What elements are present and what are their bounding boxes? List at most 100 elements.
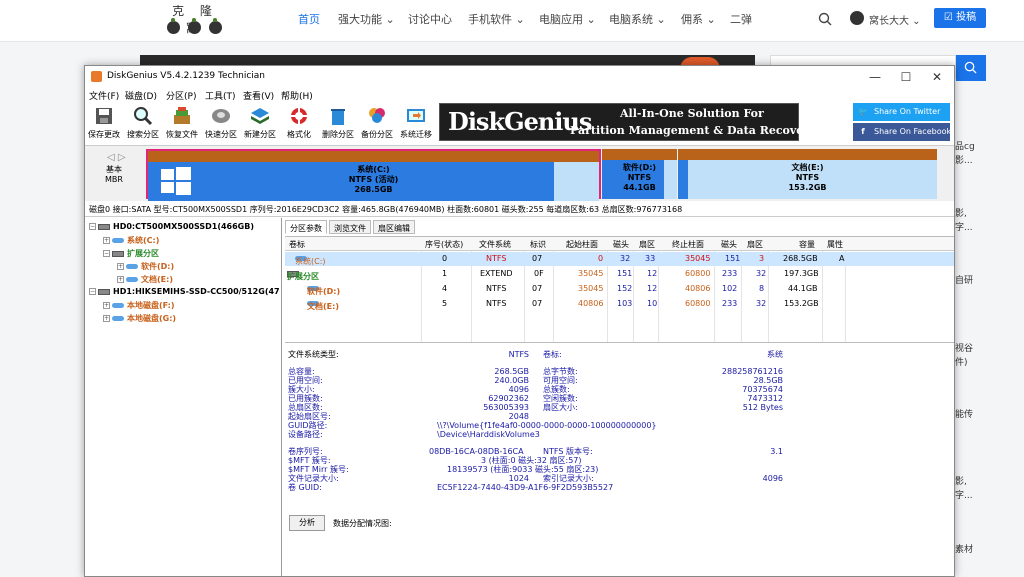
detail-label: NTFS 版本号: bbox=[543, 447, 593, 456]
menu-help[interactable]: 帮助(H) bbox=[281, 89, 313, 102]
backup-icon bbox=[369, 108, 385, 123]
menu-file[interactable]: 文件(F) bbox=[89, 89, 119, 102]
backup-partition-button[interactable]: 备份分区 bbox=[358, 104, 396, 142]
promo-banner[interactable]: DiskGenius All-In-One Solution For Parti… bbox=[439, 103, 815, 141]
detail-value: 563005393 bbox=[483, 403, 529, 412]
header-cell: 容量 bbox=[799, 240, 815, 249]
user-menu[interactable]: 窝长大大 ⌄ bbox=[869, 12, 921, 27]
detail-value: EC5F1224-7440-43D9-A1F6-9F2D593B5527 bbox=[437, 483, 614, 492]
detail-label: 已用簇数: bbox=[288, 394, 323, 403]
window-title: DiskGenius V5.4.2.1239 Technician bbox=[107, 71, 266, 81]
title-bar[interactable]: DiskGenius V5.4.2.1239 Technician — ☐ ✕ bbox=[85, 66, 954, 88]
new-partition-button[interactable]: 新建分区 bbox=[241, 104, 279, 142]
tree-item-local-g[interactable]: + 本地磁盘(G:) bbox=[103, 313, 176, 326]
nav-item[interactable]: 讨论中心 bbox=[408, 11, 452, 27]
tree-item-disk0[interactable]: − HD0:CT500MX500SSD1(466GB) bbox=[89, 222, 254, 235]
menu-view[interactable]: 查看(V) bbox=[243, 89, 274, 102]
table-row[interactable]: 文档(E:) 5 NTFS 07 40806 103 10 60800 233 … bbox=[285, 297, 954, 311]
detail-label: 卷 GUID: bbox=[288, 483, 322, 492]
background-search-button[interactable] bbox=[956, 55, 986, 81]
disk-icon bbox=[112, 250, 124, 257]
tree-item-local-f[interactable]: + 本地磁盘(F:) bbox=[103, 300, 175, 313]
sidebar-snippet: 素材 bbox=[955, 545, 974, 555]
site-logo[interactable]: 克 隆 窝 bbox=[162, 2, 228, 38]
system-migrate-button[interactable]: 系统迁移 bbox=[397, 104, 435, 142]
detail-value: 08DB-16CA-08DB-16CA bbox=[429, 447, 524, 456]
detail-label: 已用空间: bbox=[288, 376, 323, 385]
quick-partition-button[interactable]: 快速分区 bbox=[202, 104, 240, 142]
tree-item-doc-e[interactable]: + 文档(E:) bbox=[117, 274, 173, 287]
sidebar-snippet: 字... bbox=[955, 223, 973, 233]
logo-dot bbox=[167, 18, 180, 34]
disk-nav-arrows[interactable]: ◁ ▷ bbox=[107, 152, 126, 163]
maximize-button[interactable]: ☐ bbox=[891, 69, 921, 85]
sidebar-snippet: 影... bbox=[955, 156, 973, 166]
table-row[interactable]: −扩展分区 1 EXTEND 0F 35045 151 12 60800 233… bbox=[285, 267, 954, 281]
recover-files-button[interactable]: 恢复文件 bbox=[163, 104, 201, 142]
header-cell: 终止柱面 bbox=[672, 240, 704, 249]
format-button[interactable]: 格式化 bbox=[280, 104, 318, 142]
tree-item-soft-d[interactable]: + 软件(D:) bbox=[117, 261, 174, 274]
partition-block-d[interactable]: 软件(D:) NTFS 44.1GB bbox=[602, 149, 677, 199]
share-facebook-label: Share On Facebook bbox=[874, 127, 952, 136]
disk-tree: − HD0:CT500MX500SSD1(466GB) + 系统(C:) − 扩展分区… bbox=[85, 218, 282, 576]
tree-item-extended[interactable]: − 扩展分区 bbox=[103, 248, 159, 261]
tab-partition-params[interactable]: 分区参数 bbox=[285, 220, 327, 234]
toolbar: 保存更改 搜索分区 恢复文件 快速分区 新建分区 格式化 删除分区 备份分区 系… bbox=[85, 102, 954, 144]
search-icon[interactable] bbox=[818, 12, 832, 26]
search-partition-button[interactable]: 搜索分区 bbox=[124, 104, 162, 142]
detail-value: \\?\Volume{f1fe4af0-0000-0000-0000-10000… bbox=[437, 421, 657, 430]
nav-item[interactable]: 手机软件 ⌄ bbox=[468, 11, 525, 27]
partition-icon bbox=[126, 264, 138, 269]
nav-item[interactable]: 二弹 bbox=[730, 11, 752, 27]
close-button[interactable]: ✕ bbox=[922, 69, 952, 85]
disk-info-bar: 磁盘0 接口:SATA 型号:CT500MX500SSD1 序列号:2016E2… bbox=[85, 201, 954, 217]
lifebuoy-icon bbox=[291, 108, 307, 124]
tab-sector-edit[interactable]: 扇区编辑 bbox=[373, 220, 415, 234]
post-button[interactable]: ☑ 投稿 bbox=[934, 8, 986, 28]
minimize-button[interactable]: — bbox=[860, 69, 890, 85]
tree-item-disk1[interactable]: − HD1:HIKSEMIHS-SSD-CC500/512G(47 bbox=[89, 287, 280, 300]
menu-tools[interactable]: 工具(T) bbox=[205, 89, 236, 102]
partition-block-e[interactable]: 文档(E:) NTFS 153.2GB bbox=[678, 149, 937, 199]
detail-label: 文件系统类型: bbox=[288, 350, 339, 359]
detail-label: $MFT 簇号: bbox=[288, 456, 331, 465]
nav-item[interactable]: 电脑系统 ⌄ bbox=[609, 11, 666, 27]
menu-partition[interactable]: 分区(P) bbox=[166, 89, 196, 102]
tab-browse-files[interactable]: 浏览文件 bbox=[329, 220, 371, 234]
recover-icon bbox=[174, 107, 190, 124]
table-row[interactable]: 系统(C:) 0 NTFS 07 0 32 33 35045 151 3 268… bbox=[285, 252, 954, 266]
detail-label: GUID路径: bbox=[288, 421, 328, 430]
nav-item[interactable]: 电脑应用 ⌄ bbox=[539, 11, 596, 27]
analyze-button[interactable]: 分析 bbox=[289, 515, 325, 531]
save-changes-button[interactable]: 保存更改 bbox=[85, 104, 123, 142]
nav-item[interactable]: 强大功能 ⌄ bbox=[338, 11, 395, 27]
avatar[interactable] bbox=[850, 11, 864, 25]
sidebar-snippet: 字... bbox=[955, 491, 973, 501]
share-facebook-button[interactable]: f Share On Facebook bbox=[853, 123, 952, 141]
tree-item-sys-c[interactable]: + 系统(C:) bbox=[103, 235, 159, 248]
detail-label: 起始扇区号: bbox=[288, 412, 331, 421]
menu-disk[interactable]: 磁盘(D) bbox=[125, 89, 157, 102]
partition-icon bbox=[112, 316, 124, 321]
table-row[interactable]: 软件(D:) 4 NTFS 07 35045 152 12 40806 102 … bbox=[285, 282, 954, 296]
disk-icon bbox=[212, 109, 230, 123]
delete-partition-button[interactable]: 删除分区 bbox=[319, 104, 357, 142]
disk-icon bbox=[98, 288, 110, 295]
detail-label: 卷标: bbox=[543, 350, 562, 359]
detail-label: 总字节数: bbox=[543, 367, 578, 376]
toolbar-label: 系统迁移 bbox=[400, 130, 432, 139]
banner-tagline: All-In-One Solution For bbox=[620, 107, 764, 120]
partition-text: 软件(D:) NTFS 44.1GB bbox=[622, 163, 657, 192]
nav-item-home[interactable]: 首页 bbox=[298, 11, 320, 27]
nav-item[interactable]: 佣系 ⌄ bbox=[681, 11, 716, 27]
partition-block-c[interactable]: 系统(C:) NTFS (活动) 268.5GB bbox=[146, 149, 601, 201]
table-header: 卷标 序号(状态) 文件系统 标识 起始柱面 磁头 扇区 终止柱面 磁头 扇区 … bbox=[285, 237, 954, 251]
share-twitter-button[interactable]: 🐦 Share On Twitter bbox=[853, 103, 950, 121]
detail-label: 卷序列号: bbox=[288, 447, 323, 456]
header-cell: 扇区 bbox=[747, 240, 763, 249]
diskgenius-window: DiskGenius V5.4.2.1239 Technician — ☐ ✕ … bbox=[84, 65, 955, 577]
detail-value: 70375674 bbox=[742, 385, 783, 394]
search-icon bbox=[964, 61, 977, 74]
partition-table: 卷标 序号(状态) 文件系统 标识 起始柱面 磁头 扇区 终止柱面 磁头 扇区 … bbox=[285, 236, 954, 342]
